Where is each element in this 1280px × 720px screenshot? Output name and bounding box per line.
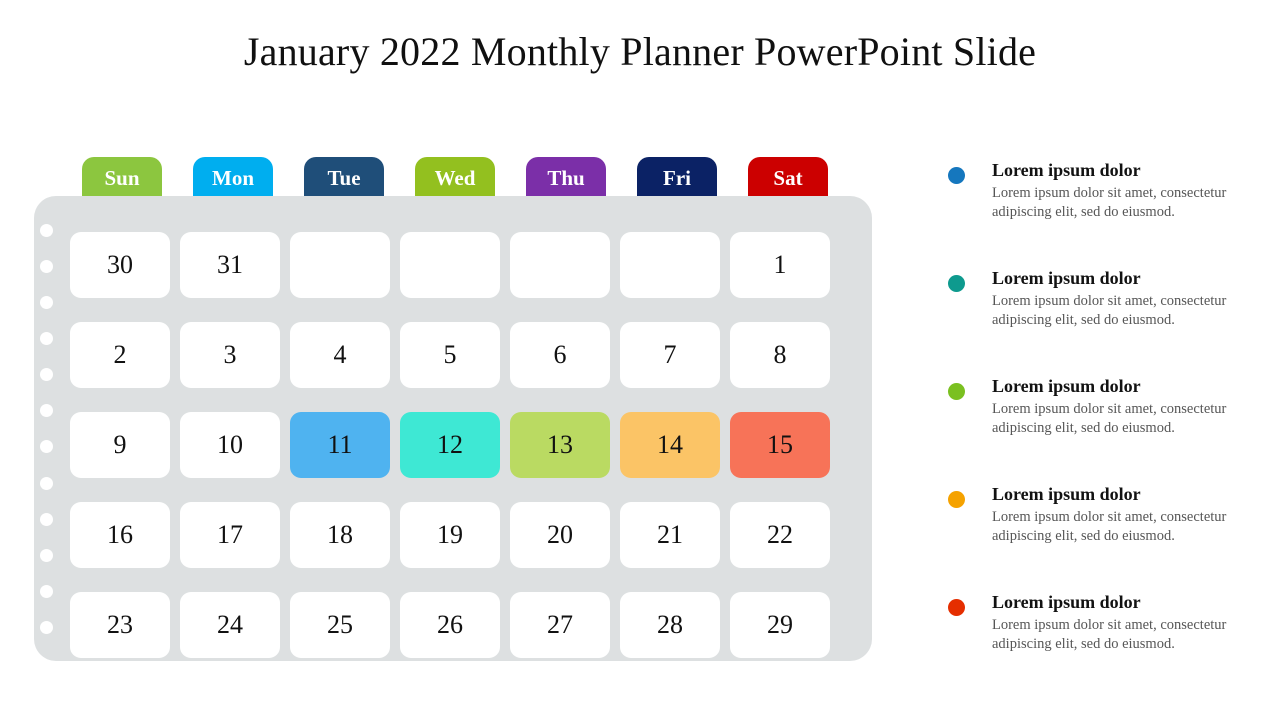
calendar-day-cell[interactable]: 22 [730,502,830,568]
calendar-week-row: 2345678 [70,322,838,388]
calendar-day-cell[interactable]: 11 [290,412,390,478]
weekday-label: Fri [663,166,691,190]
calendar-day-cell[interactable]: 26 [400,592,500,658]
legend-item-heading: Lorem ipsum dolor [992,484,1141,504]
calendar-day-cell-empty[interactable] [620,232,720,298]
calendar-day-cell[interactable]: 20 [510,502,610,568]
weekday-label: Wed [434,166,476,190]
presentation-slide: January 2022 Monthly Planner PowerPoint … [0,0,1280,720]
binder-hole [40,476,53,490]
legend-item-body: Lorem ipsum dolor sit amet, consectetur … [992,184,1227,221]
binder-hole [40,620,53,634]
legend-item-body: Lorem ipsum dolor sit amet, consectetur … [992,508,1227,545]
legend-bullet-icon [948,167,965,184]
binder-holes [40,224,58,634]
binder-hole [40,548,53,562]
calendar-day-cell[interactable]: 23 [70,592,170,658]
legend-item-heading: Lorem ipsum dolor [992,376,1141,396]
legend-item: Lorem ipsum dolor Lorem ipsum dolor sit a… [944,484,1254,562]
legend-item-body: Lorem ipsum dolor sit amet, consectetur … [992,616,1227,653]
calendar-day-cell-empty[interactable] [290,232,390,298]
weekday-label: Sun [104,166,140,190]
calendar-day-cell[interactable]: 13 [510,412,610,478]
calendar-week-row: 16 17 18 19 20 21 22 [70,502,838,568]
legend-bullet-icon [948,599,965,616]
calendar-day-cell[interactable]: 8 [730,322,830,388]
calendar-day-cell[interactable]: 19 [400,502,500,568]
calendar-day-cell-empty[interactable] [400,232,500,298]
calendar-day-cell[interactable]: 15 [730,412,830,478]
binder-hole [40,224,53,237]
calendar-day-cell[interactable]: 10 [180,412,280,478]
calendar-day-cell[interactable]: 14 [620,412,720,478]
calendar-week-row: 23 24 25 26 27 28 29 [70,592,838,658]
calendar-day-cell[interactable]: 16 [70,502,170,568]
calendar-day-cell[interactable]: 30 [70,232,170,298]
calendar-grid: 30 31 1 2 3 4 5 6 7 8 9 10 11 12 13 14 15 16 17 18 19 20 21 22 2… [70,232,838,658]
binder-hole [40,440,53,454]
calendar-day-cell[interactable]: 3 [180,322,280,388]
weekday-label: Mon [212,166,254,190]
legend-item-heading: Lorem ipsum dolor [992,592,1141,612]
legend-bullet-icon [948,383,965,400]
binder-hole [40,368,53,382]
calendar-day-cell[interactable]: 21 [620,502,720,568]
legend-item-heading: Lorem ipsum dolor [992,268,1141,288]
calendar-week-row: 30 31 1 [70,232,838,298]
legend-list: Lorem ipsum dolor Lorem ipsum dolor sit a… [944,160,1254,700]
legend-item-body: Lorem ipsum dolor sit amet, consectetur … [992,400,1227,437]
calendar-day-cell[interactable]: 12 [400,412,500,478]
calendar-day-cell[interactable]: 6 [510,322,610,388]
calendar-day-cell[interactable]: 5 [400,322,500,388]
calendar-day-cell[interactable]: 17 [180,502,280,568]
calendar-day-cell[interactable]: 9 [70,412,170,478]
binder-hole [40,512,53,526]
calendar-day-cell[interactable]: 1 [730,232,830,298]
binder-hole [40,332,53,346]
legend-item: Lorem ipsum dolor Lorem ipsum dolor sit a… [944,592,1254,670]
binder-hole [40,404,53,418]
calendar-day-cell-empty[interactable] [510,232,610,298]
weekday-label: Sat [773,166,803,190]
binder-hole [40,584,53,598]
calendar-day-cell[interactable]: 29 [730,592,830,658]
calendar-day-cell[interactable]: 28 [620,592,720,658]
calendar-day-cell[interactable]: 25 [290,592,390,658]
calendar-day-cell[interactable]: 18 [290,502,390,568]
legend-bullet-icon [948,275,965,292]
calendar-day-cell[interactable]: 31 [180,232,280,298]
calendar-day-cell[interactable]: 27 [510,592,610,658]
legend-item: Lorem ipsum dolor Lorem ipsum dolor sit a… [944,376,1254,454]
calendar-day-cell[interactable]: 7 [620,322,720,388]
calendar-day-cell[interactable]: 2 [70,322,170,388]
weekday-label: Thu [547,166,585,190]
binder-hole [40,296,53,310]
legend-item: Lorem ipsum dolor Lorem ipsum dolor sit a… [944,160,1254,238]
legend-bullet-icon [948,491,965,508]
calendar-day-cell[interactable]: 24 [180,592,280,658]
weekday-label: Tue [327,166,361,190]
page-title: January 2022 Monthly Planner PowerPoint … [243,29,1037,74]
legend-item-heading: Lorem ipsum dolor [992,160,1141,180]
calendar-day-cell[interactable]: 4 [290,322,390,388]
legend-item-body: Lorem ipsum dolor sit amet, consectetur … [992,292,1227,329]
calendar-week-row: 9 10 11 12 13 14 15 [70,412,838,478]
binder-hole [40,260,53,274]
legend-item: Lorem ipsum dolor Lorem ipsum dolor sit a… [944,268,1254,346]
